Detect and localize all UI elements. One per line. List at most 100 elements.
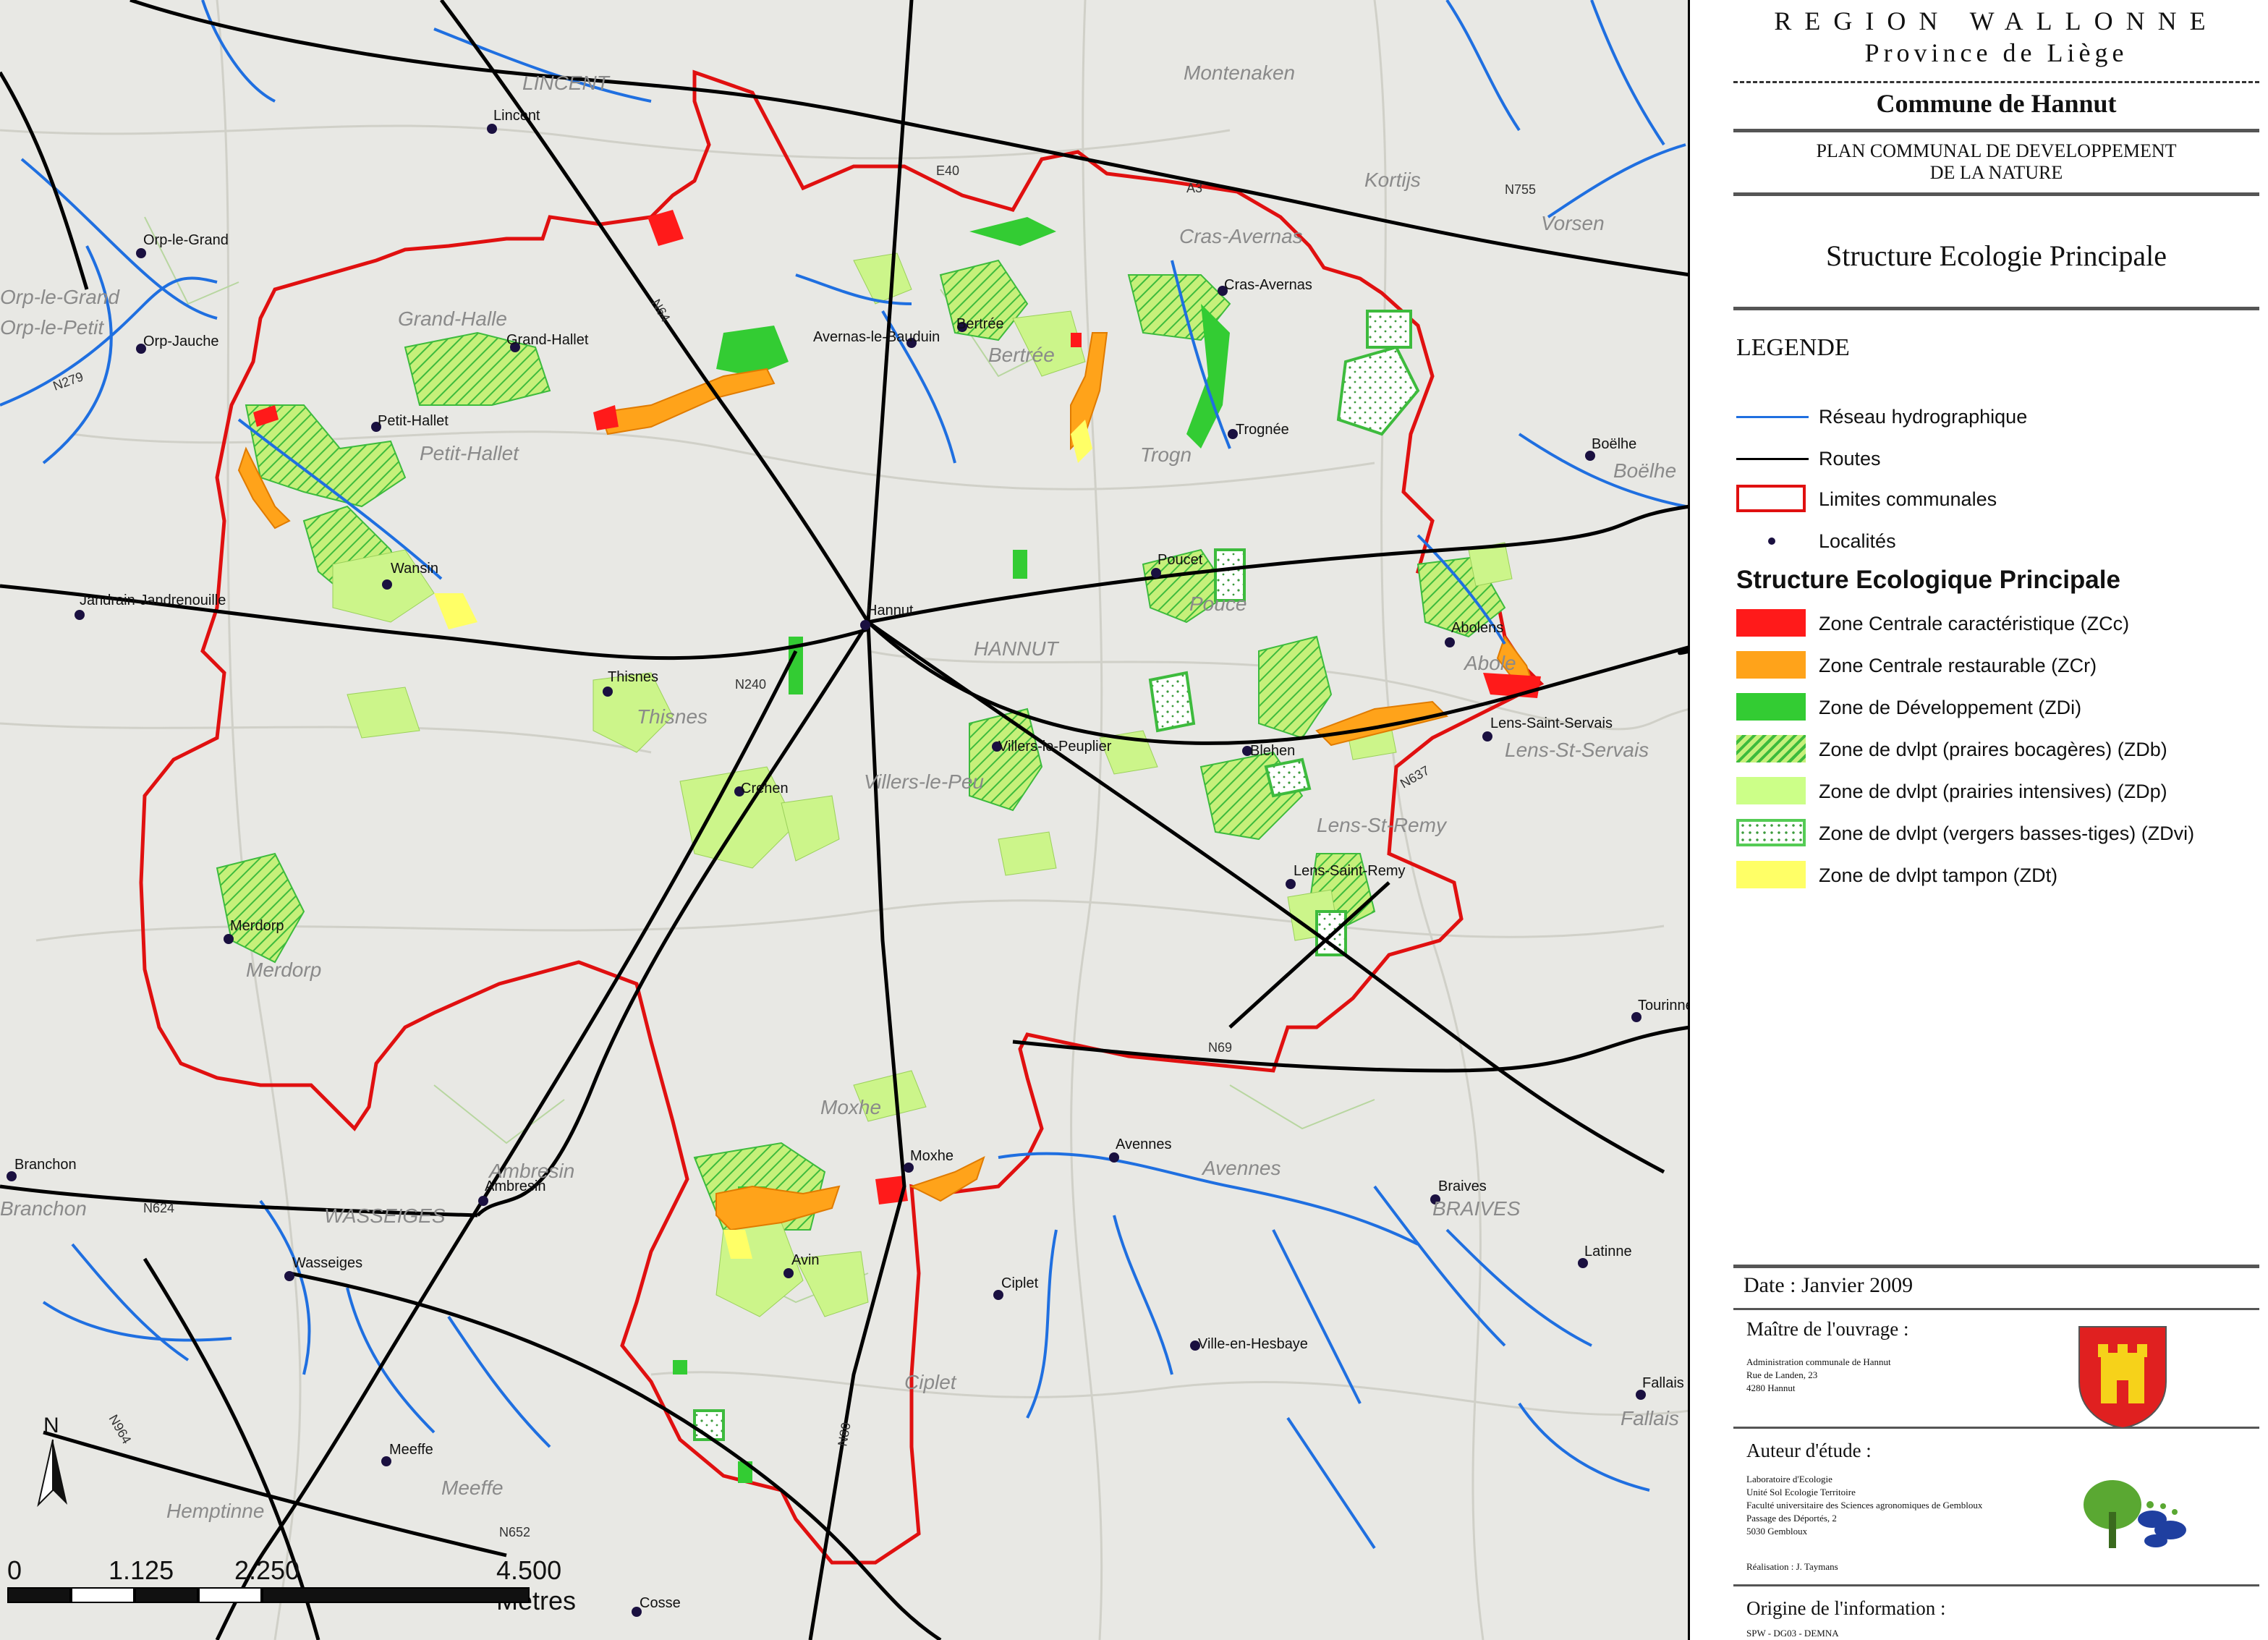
locality-avernas: Avernas-le-Bauduin [813, 329, 940, 345]
area-montenaken: Montenaken [1184, 61, 1295, 84]
legend-label: Zone de Développement (ZDi) [1819, 696, 2082, 718]
legend-item-zdb: Zone de dvlpt (praires bocagères) (ZDb) [1736, 734, 2167, 765]
map-area[interactable]: Lincent Orp-le-Grand Orp-Jauche Grand-Ha… [0, 0, 1690, 1640]
sep-legend-title: Structure Ecologique Principale [1736, 566, 2120, 594]
legend-label: Zone Centrale restaurable (ZCr) [1819, 654, 2097, 676]
scale-bar: 0 1.125 2.250 4.500 Mètres [7, 1555, 600, 1615]
locality-tourinne: Tourinne [1638, 998, 1690, 1014]
province-title: Province de Liège [1864, 38, 2128, 67]
zdp-swatch-icon [1736, 776, 1809, 807]
scale-segment-5 [262, 1587, 530, 1603]
divider [1733, 1265, 2259, 1268]
plan-title: PLAN COMMUNAL DE DEVELOPPEMENT DE LA NAT… [1733, 140, 2259, 184]
map-canvas[interactable]: Lincent Orp-le-Grand Orp-Jauche Grand-Ha… [0, 0, 1690, 1640]
legend-item-localities: Localités [1736, 525, 1896, 557]
locality-abolens: Abolens [1451, 620, 1503, 636]
locality-hannut: Hannut [867, 603, 914, 619]
scale-tick-3: 4.500 Mètres [496, 1555, 577, 1615]
area-wasseiges: WASSEIGES [324, 1204, 446, 1227]
legend-item-zdt: Zone de dvlpt tampon (ZDt) [1736, 859, 2057, 891]
road-line-icon [1736, 443, 1809, 475]
locality-ville-en-hesbaye: Ville-en-Hesbaye [1198, 1336, 1308, 1352]
zcr-swatch-icon [1736, 650, 1809, 681]
maitre-title: Maître de l'ouvrage : [1746, 1318, 1909, 1340]
plan-line-2: DE LA NATURE [1929, 162, 2063, 183]
area-orp-le-petit: Orp-le-Petit [0, 316, 104, 339]
locality-boelhe: Boëlhe [1592, 436, 1636, 452]
legend-label: Zone de dvlpt tampon (ZDt) [1819, 864, 2058, 886]
locality-jandrain: Jandrain-Jandrenouille [80, 592, 226, 608]
legend-title: LEGENDE [1736, 334, 1850, 361]
auteur-line: Faculté universitaire des Sciences agron… [1746, 1500, 1983, 1511]
locality-villers-le-peuplier: Villers-le-Peuplier [998, 739, 1112, 755]
north-label: N [43, 1414, 59, 1437]
locality-merdorp: Merdorp [230, 918, 284, 934]
legend-panel: REGION WALLONNE Province de Liège Commun… [1690, 0, 2268, 1640]
auteur-line: Unité Sol Ecologie Territoire [1746, 1487, 1856, 1497]
area-lens-st-servais: Lens-St-Servais [1505, 739, 1649, 761]
locality-latinne: Latinne [1584, 1244, 1632, 1259]
maitre-line: 4280 Hannut [1746, 1382, 1796, 1393]
area-abole: Abole [1463, 652, 1516, 674]
hannut-coat-of-arms-icon [2078, 1326, 2167, 1429]
auteur-line: Laboratoire d'Ecologie [1746, 1474, 1832, 1484]
road-label-e40: E40 [936, 163, 959, 178]
locality-meeffe: Meeffe [389, 1442, 433, 1458]
area-ambresin: Ambresin [488, 1160, 574, 1182]
area-boelhe: Boëlhe [1613, 459, 1676, 482]
divider [1733, 1427, 2259, 1429]
auteur-address: Laboratoire d'Ecologie Unité Sol Ecologi… [1746, 1473, 1982, 1538]
scale-tick-0: 0 [7, 1555, 22, 1585]
legend-label: Zone de dvlpt (prairies intensives) (ZDp… [1819, 780, 2167, 802]
origine-title: Origine de l'information : [1746, 1597, 1946, 1619]
locality-branchon: Branchon [14, 1157, 77, 1173]
divider [1733, 192, 2259, 196]
zdb-swatch-icon [1736, 734, 1809, 765]
scale-segment-4 [198, 1587, 262, 1603]
locality-grand-hallet: Grand-Hallet [506, 332, 589, 348]
locality-crehen: Crehen [741, 781, 789, 796]
map-title: Structure Ecologie Principale [1826, 239, 2167, 272]
date-text: Date : Janvier 2009 [1744, 1273, 1914, 1297]
area-petit-hallet: Petit-Hallet [420, 442, 519, 464]
locality-petit-hallet: Petit-Hallet [378, 413, 449, 429]
area-thisnes: Thisnes [637, 705, 708, 728]
area-trogn: Trogn [1140, 443, 1192, 466]
scale-tick-1: 1.125 [109, 1555, 174, 1585]
divider [1733, 1308, 2259, 1310]
boundary-box-icon [1736, 483, 1809, 515]
legend-item-zdvi: Zone de dvlpt (vergers basses-tiges) (ZD… [1736, 817, 2194, 849]
auteur-line: 5030 Gembloux [1746, 1526, 1808, 1537]
legend-item-limits: Limites communales [1736, 483, 1997, 515]
locality-trognee: Trognée [1236, 422, 1289, 438]
area-meeffe: Meeffe [441, 1477, 504, 1499]
legend-label: Limites communales [1819, 488, 1997, 510]
legend-label: Zone de dvlpt (vergers basses-tiges) (ZD… [1819, 822, 2195, 844]
locality-ciplet: Ciplet [1001, 1275, 1039, 1291]
scale-tick-2: 2.250 [234, 1555, 300, 1585]
locality-fallais: Fallais [1642, 1375, 1684, 1391]
locality-moxhe: Moxhe [910, 1148, 954, 1164]
area-hannut: HANNUT [974, 637, 1060, 660]
maitre-line: Administration communale de Hannut [1746, 1356, 1891, 1367]
locality-poucet: Poucet [1158, 552, 1203, 568]
locality-wasseiges: Wasseiges [292, 1255, 362, 1271]
hydro-line-icon [1736, 401, 1809, 433]
area-kortijs: Kortijs [1364, 169, 1421, 191]
scale-segment-3 [135, 1587, 198, 1603]
legend-item-hydro: Réseau hydrographique [1736, 401, 2027, 433]
area-lens-st-remy: Lens-St-Remy [1317, 814, 1448, 836]
area-merdorp: Merdorp [246, 959, 321, 981]
north-arrow: N [27, 1411, 78, 1526]
road-label-n755: N755 [1505, 182, 1536, 197]
road-label-a3: A3 [1186, 181, 1202, 195]
region-title: REGION WALLONNE [1774, 7, 2219, 35]
area-braives: BRAIVES [1432, 1197, 1521, 1220]
locality-lincent: Lincent [493, 108, 540, 124]
area-bertree: Bertrée [988, 344, 1055, 366]
area-grand-halle: Grand-Halle [398, 307, 507, 330]
zdi-swatch-icon [1736, 692, 1809, 723]
area-avennes: Avennes [1201, 1157, 1280, 1179]
legend-label: Zone Centrale caractéristique (ZCc) [1819, 612, 2130, 634]
area-villers: Villers-le-Peu [864, 770, 984, 793]
